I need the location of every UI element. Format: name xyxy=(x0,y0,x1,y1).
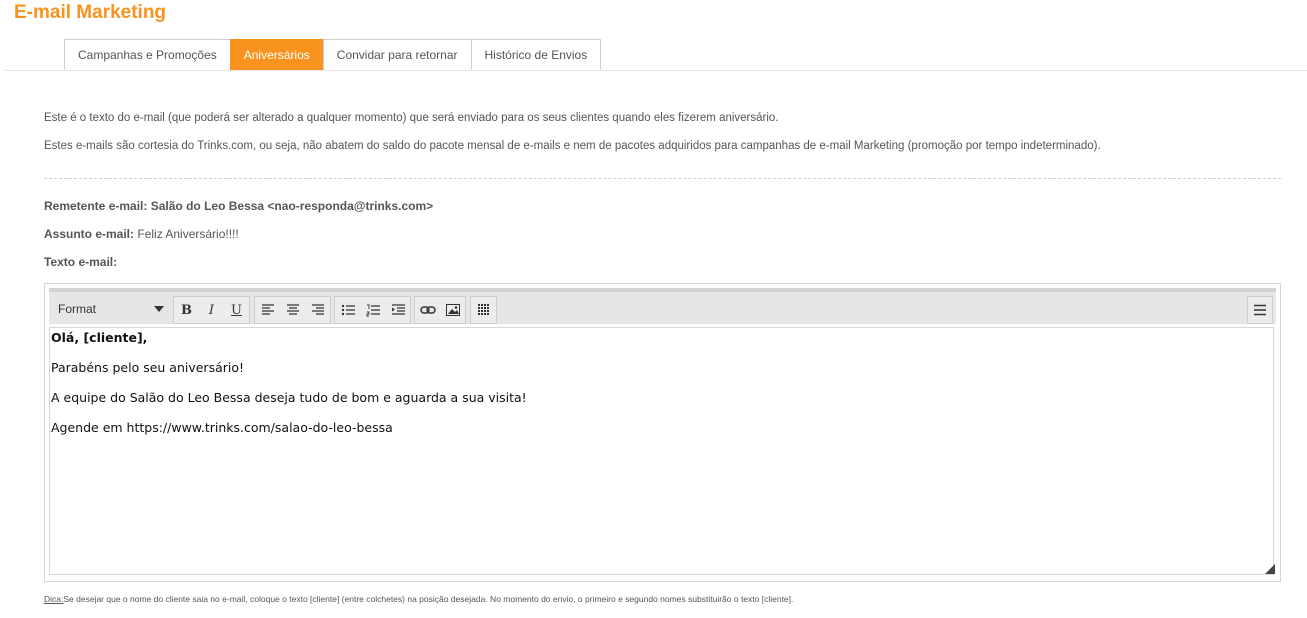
editor-content-area[interactable]: Olá, [cliente], Parabéns pelo seu aniver… xyxy=(49,327,1274,575)
insert-group xyxy=(414,296,466,324)
email-line-3: Agende em https://www.trinks.com/salao-d… xyxy=(51,420,393,435)
align-left-button[interactable] xyxy=(255,297,280,323)
underline-button[interactable]: U xyxy=(224,297,249,323)
text-style-group: B I U xyxy=(173,296,250,324)
table-icon xyxy=(477,304,489,315)
sender-value: Salão do Leo Bessa <nao-responda@trinks.… xyxy=(150,199,434,213)
link-icon xyxy=(419,306,436,314)
editor-toolbar: Format B I U xyxy=(49,288,1276,324)
align-right-icon xyxy=(311,304,324,315)
insert-link-button[interactable] xyxy=(415,297,440,323)
tip-label: Dica: xyxy=(44,594,64,604)
tip-text: Dica:Se desejar que o nome do cliente sa… xyxy=(44,594,793,604)
numbered-list-icon xyxy=(366,304,380,316)
tab-campanhas-promocoes[interactable]: Campanhas e Promoções xyxy=(64,39,231,70)
insert-image-button[interactable] xyxy=(440,297,465,323)
body-label-text: Texto e-mail: xyxy=(44,255,118,269)
body-label: Texto e-mail: xyxy=(44,255,117,269)
intro-text-2: Estes e-mails são cortesia do Trinks.com… xyxy=(44,140,1101,152)
bold-button[interactable]: B xyxy=(174,297,199,323)
align-left-icon xyxy=(261,304,274,315)
subject-value: Feliz Aniversário!!!! xyxy=(137,227,239,241)
chevron-down-icon xyxy=(154,306,164,312)
intro-text-1: Este é o texto do e-mail (que poderá ser… xyxy=(44,112,779,124)
tab-divider xyxy=(4,70,1307,71)
bullet-list-icon xyxy=(341,304,355,316)
tip-body: Se desejar que o nome do cliente saia no… xyxy=(63,594,794,604)
tab-aniversarios[interactable]: Aniversários xyxy=(229,39,324,70)
align-right-button[interactable] xyxy=(305,297,330,323)
table-group xyxy=(470,296,497,324)
rich-text-editor: Format B I U Olá, [cliente], Parabéns pe… xyxy=(44,283,1281,582)
numbered-list-button[interactable] xyxy=(360,297,385,323)
insert-table-button[interactable] xyxy=(471,297,496,323)
hamburger-menu-icon xyxy=(1254,304,1266,316)
section-divider xyxy=(44,178,1281,179)
tab-convidar-retornar[interactable]: Convidar para retornar xyxy=(322,39,472,70)
tab-historico-envios[interactable]: Histórico de Envios xyxy=(470,39,602,70)
email-greeting: Olá, [cliente], xyxy=(51,330,148,345)
format-dropdown[interactable]: Format xyxy=(51,296,169,322)
format-dropdown-label: Format xyxy=(58,302,97,316)
subject-row: Assunto e-mail: Feliz Aniversário!!!! xyxy=(44,227,239,241)
subject-label: Assunto e-mail: xyxy=(44,227,135,241)
bullet-list-button[interactable] xyxy=(335,297,360,323)
email-line-2: A equipe do Salão do Leo Bessa deseja tu… xyxy=(51,390,527,405)
editor-menu-button[interactable] xyxy=(1247,296,1273,324)
image-icon xyxy=(445,304,460,316)
align-center-button[interactable] xyxy=(280,297,305,323)
email-line-1: Parabéns pelo seu aniversário! xyxy=(51,360,245,375)
tab-bar: Campanhas e Promoções Aniversários Convi… xyxy=(64,39,602,70)
italic-button[interactable]: I xyxy=(199,297,224,323)
page-title: E-mail Marketing xyxy=(14,2,167,23)
align-center-icon xyxy=(286,304,299,315)
list-group xyxy=(334,296,411,324)
alignment-group xyxy=(254,296,331,324)
indent-icon xyxy=(391,304,405,315)
indent-button[interactable] xyxy=(385,297,410,323)
sender-label: Remetente e-mail: xyxy=(44,199,148,213)
resize-handle[interactable] xyxy=(1265,564,1275,574)
sender-row: Remetente e-mail: Salão do Leo Bessa <na… xyxy=(44,199,433,213)
